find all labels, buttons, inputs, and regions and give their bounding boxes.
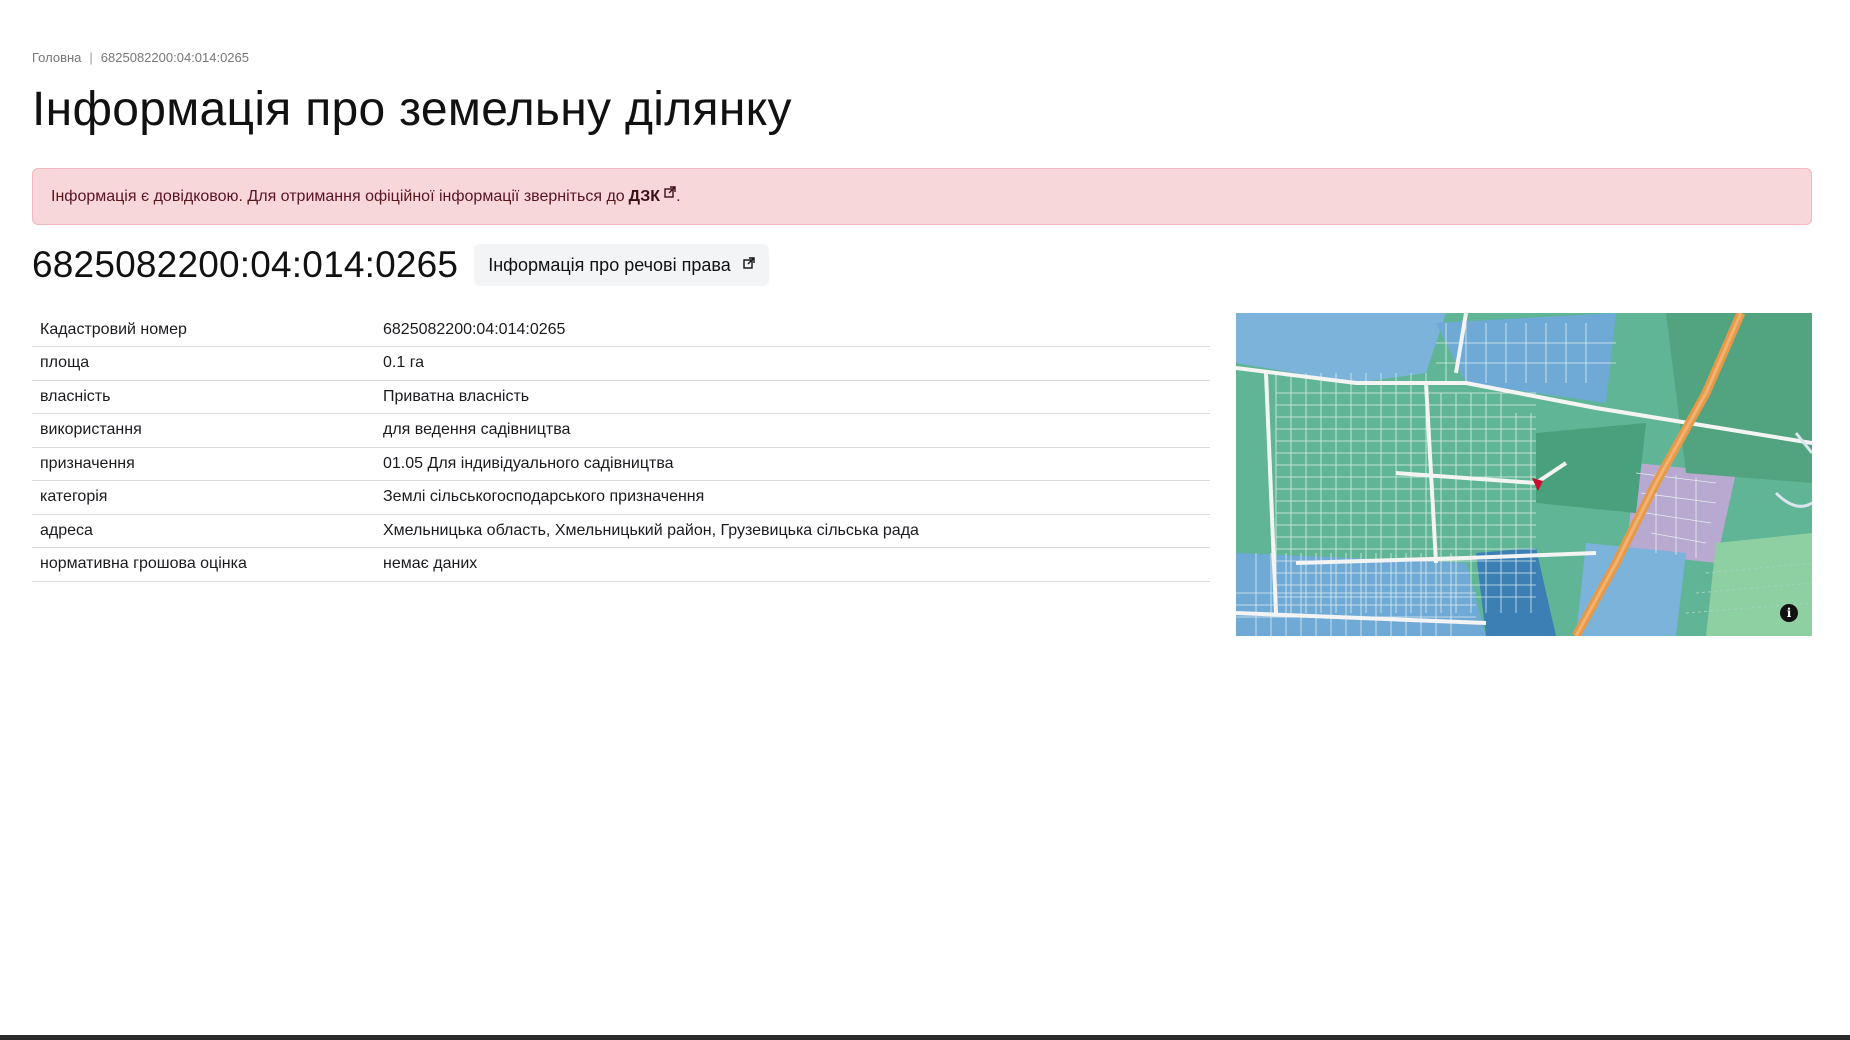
breadcrumb-current: 6825082200:04:014:0265: [100, 50, 250, 65]
page-title: Інформація про земельну ділянку: [32, 83, 792, 136]
table-row: площа 0.1 га: [32, 346, 1210, 381]
external-link-icon: [664, 185, 676, 198]
row-value: немає даних: [375, 547, 1210, 582]
row-value: Землі сільськогосподарського призначення: [375, 480, 1210, 515]
parcel-info-table: Кадастровий номер 6825082200:04:014:0265 …: [32, 313, 1210, 582]
row-key: Кадастровий номер: [32, 313, 375, 347]
table-row: Кадастровий номер 6825082200:04:014:0265: [32, 313, 1210, 347]
table-row: адреса Хмельницька область, Хмельницький …: [32, 514, 1210, 548]
row-value: 01.05 Для індивідуального садівництва: [375, 447, 1210, 481]
alert-end: .: [676, 187, 681, 205]
bottom-bar: [0, 1035, 1850, 1040]
info-alert: Інформація є довідковою. Для отримання о…: [32, 168, 1812, 225]
alert-text: Інформація є довідковою. Для отримання о…: [51, 187, 625, 205]
row-key: категорія: [32, 480, 375, 515]
row-value: 0.1 га: [375, 346, 1210, 381]
row-key: адреса: [32, 514, 375, 548]
table-row: призначення 01.05 Для індивідуального сад…: [32, 447, 1210, 481]
row-key: площа: [32, 346, 375, 381]
cadastral-header: 6825082200:04:014:0265 Інформація про ре…: [32, 244, 769, 286]
dzk-link-label: ДЗК: [628, 187, 661, 205]
breadcrumb: Головна | 6825082200:04:014:0265: [32, 50, 249, 65]
map-canvas[interactable]: [1236, 313, 1812, 636]
row-key: використання: [32, 413, 375, 448]
table-row: нормативна грошова оцінка немає даних: [32, 547, 1210, 582]
breadcrumb-home[interactable]: Головна: [32, 50, 81, 65]
parcel-map[interactable]: i: [1236, 313, 1812, 636]
row-value: Приватна власність: [375, 380, 1210, 414]
row-value: 6825082200:04:014:0265: [375, 313, 1210, 347]
row-key: власність: [32, 380, 375, 414]
row-value: Хмельницька область, Хмельницький район,…: [375, 514, 1210, 548]
info-glyph: i: [1786, 606, 1792, 620]
property-rights-label: Інформація про речові права: [488, 254, 731, 275]
external-link-icon: [743, 257, 755, 269]
row-key: нормативна грошова оцінка: [32, 547, 375, 582]
dzk-link[interactable]: ДЗК: [628, 185, 676, 206]
row-key: призначення: [32, 447, 375, 481]
row-value: для ведення садівництва: [375, 413, 1210, 448]
table-row: використання для ведення садівництва: [32, 413, 1210, 448]
breadcrumb-separator: |: [89, 50, 93, 65]
property-rights-button[interactable]: Інформація про речові права: [474, 244, 769, 286]
cadastral-number-heading: 6825082200:04:014:0265: [32, 244, 459, 285]
table-row: власність Приватна власність: [32, 380, 1210, 414]
table-row: категорія Землі сільськогосподарського пр…: [32, 480, 1210, 515]
info-icon[interactable]: i: [1780, 604, 1798, 622]
